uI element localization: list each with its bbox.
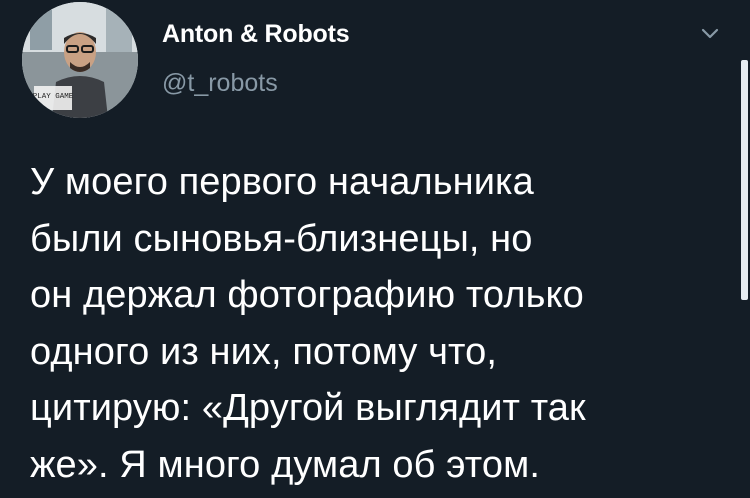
tweet-menu-button[interactable] [696, 22, 724, 46]
tweet-card: PLAY GAME Anton & Robots @t_robots У мое… [0, 0, 750, 498]
avatar-text: PLAY GAME [33, 93, 74, 101]
scrollbar[interactable] [741, 60, 748, 300]
avatar-image: PLAY GAME [22, 2, 138, 118]
avatar[interactable]: PLAY GAME [22, 2, 138, 118]
author-display-name[interactable]: Anton & Robots [162, 20, 350, 49]
author-handle[interactable]: @t_robots [162, 69, 278, 98]
tweet-text: У моего первого начальника были сыновья-… [30, 161, 586, 486]
chevron-down-icon [701, 28, 719, 39]
